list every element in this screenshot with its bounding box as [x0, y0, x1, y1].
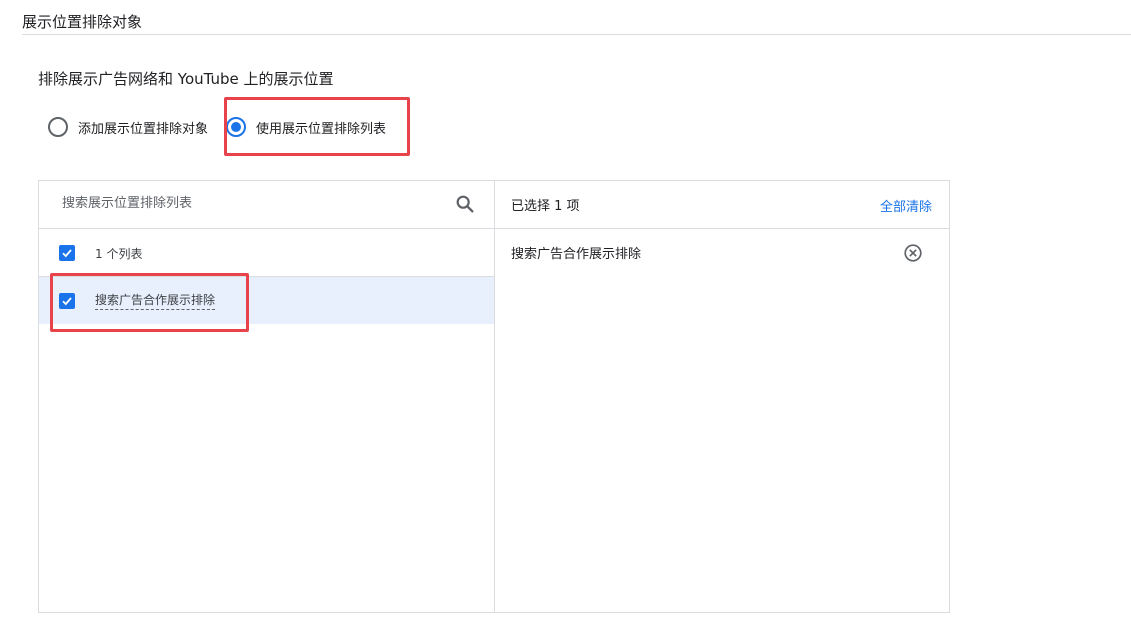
select-all-checkbox[interactable]: [59, 245, 75, 261]
selected-count-label: 已选择 1 项: [511, 199, 580, 214]
search-icon[interactable]: [454, 193, 476, 215]
radio-button-unchecked[interactable]: [48, 117, 68, 137]
clear-all-button[interactable]: 全部清除: [880, 196, 932, 215]
check-icon: [62, 249, 72, 258]
highlight-box-list-item: [50, 273, 249, 332]
highlight-box-radio: [224, 97, 410, 156]
picker-divider: [494, 180, 495, 613]
selected-item-label: 搜索广告合作展示排除: [511, 247, 642, 262]
placement-exclusions-page: 展示位置排除对象 排除展示广告网络和 YouTube 上的展示位置 添加展示位置…: [0, 0, 1131, 617]
radio-add-exclusions[interactable]: 添加展示位置排除对象: [48, 116, 208, 138]
exclusion-heading: 排除展示广告网络和 YouTube 上的展示位置: [38, 70, 334, 88]
selected-header-divider: [495, 228, 949, 229]
close-circle-icon[interactable]: [902, 242, 924, 264]
radio-label-add-exclusions: 添加展示位置排除对象: [78, 121, 209, 137]
list-count-label: 1 个列表: [95, 247, 143, 261]
search-input[interactable]: [62, 192, 442, 214]
section-divider: [22, 34, 1131, 35]
section-title: 展示位置排除对象: [22, 13, 143, 31]
